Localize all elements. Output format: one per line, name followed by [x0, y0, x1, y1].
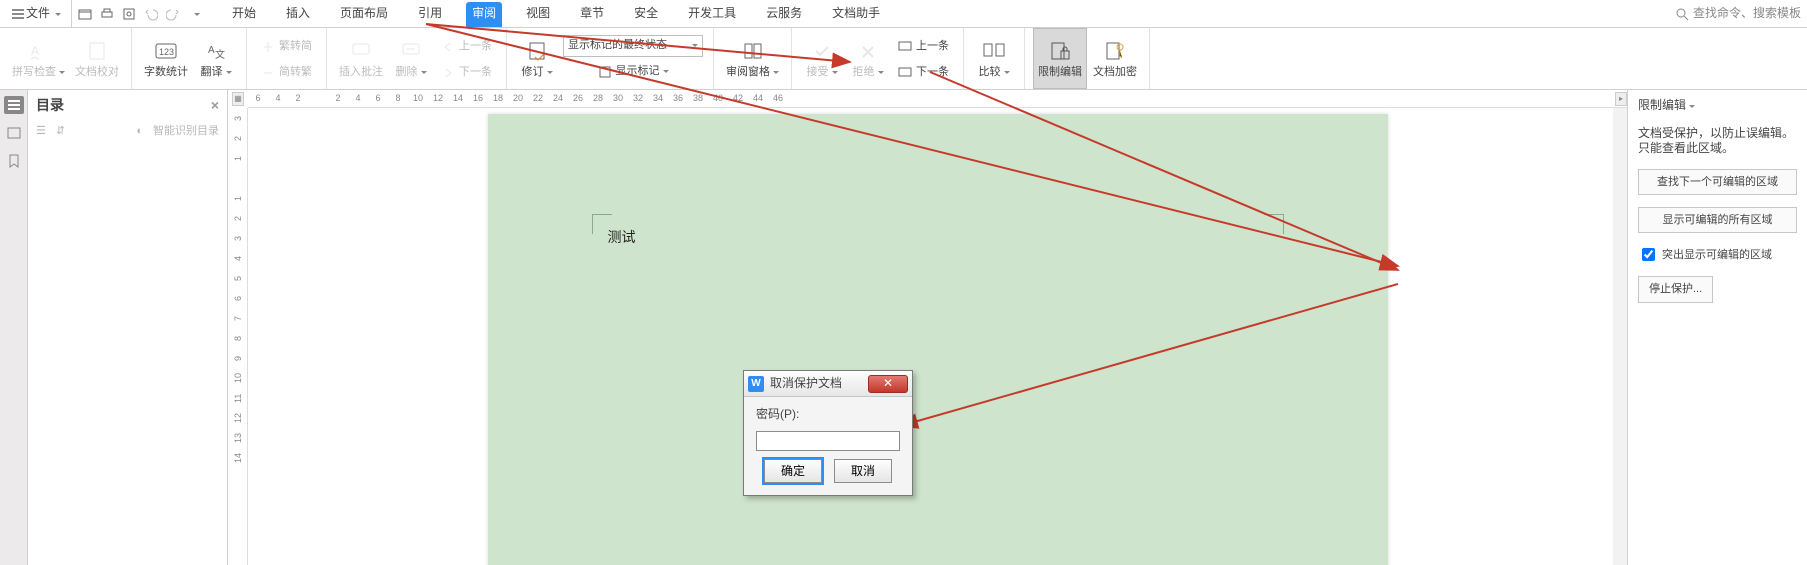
unprotect-dialog: W 取消保护文档 ✕ 密码(P): 确定 取消 — [743, 370, 913, 496]
rail-property-icon[interactable] — [4, 124, 24, 142]
svg-text:123: 123 — [159, 47, 174, 57]
document-viewport[interactable]: 测试 — [248, 108, 1627, 565]
dialog-cancel-button[interactable]: 取消 — [834, 459, 892, 483]
outline-title: 目录 — [36, 96, 64, 114]
docproof-button[interactable]: 文档校对 — [71, 28, 123, 89]
tab-insert[interactable]: 插入 — [280, 2, 316, 27]
password-input[interactable] — [756, 431, 900, 451]
qat-more-icon[interactable] — [186, 5, 204, 23]
restrict-panel-title[interactable]: 限制编辑 — [1638, 98, 1797, 114]
tab-cloud[interactable]: 云服务 — [760, 2, 808, 27]
dialog-close-button[interactable]: ✕ — [868, 375, 908, 393]
tab-security[interactable]: 安全 — [628, 2, 664, 27]
svg-text:文: 文 — [215, 48, 225, 61]
ruler-corner-icon[interactable]: ▦ — [232, 92, 244, 106]
highlight-checkbox-input[interactable] — [1642, 248, 1655, 261]
outline-toolbar: ☰ ⇵ ◐ 智能识别目录 — [28, 120, 227, 142]
left-rail — [0, 90, 28, 565]
vertical-ruler[interactable]: 3211234567891011121314 — [228, 108, 248, 565]
accept-button[interactable]: 接受 — [800, 28, 844, 89]
spellcheck-button[interactable]: A拼写检查 — [8, 28, 69, 89]
ribbon-tabs: 开始 插入 页面布局 引用 审阅 视图 章节 安全 开发工具 云服务 文档助手 — [226, 0, 886, 27]
tab-view[interactable]: 视图 — [520, 2, 556, 27]
chevron-down-icon — [52, 6, 61, 22]
compare-button[interactable]: 比较 — [972, 28, 1016, 89]
app-logo-icon: W — [748, 376, 764, 392]
quick-access-toolbar — [71, 0, 208, 27]
prev-comment-button[interactable]: 上一条 — [437, 34, 496, 58]
redo-icon[interactable] — [164, 5, 182, 23]
tab-start[interactable]: 开始 — [226, 2, 262, 27]
document-canvas: 6422468101214161820222426283032343638404… — [228, 90, 1627, 565]
ribbon-review: A拼写检查 文档校对 123字数统计 A文翻译 繁转简 简转繁 插入批注 删除 … — [0, 28, 1807, 90]
tab-dev[interactable]: 开发工具 — [682, 2, 742, 27]
tab-layout[interactable]: 页面布局 — [334, 2, 394, 27]
tab-ref[interactable]: 引用 — [412, 2, 448, 27]
trad2simp-button[interactable]: 简转繁 — [257, 60, 316, 84]
rail-bookmark-icon[interactable] — [4, 152, 24, 170]
horizontal-ruler[interactable]: 6422468101214161820222426283032343638404… — [248, 90, 1627, 108]
translate-button[interactable]: A文翻译 — [194, 28, 238, 89]
dialog-title: 取消保护文档 — [770, 376, 842, 392]
tab-helper[interactable]: 文档助手 — [826, 2, 886, 27]
review-pane-button[interactable]: 审阅窗格 — [722, 28, 783, 89]
insert-comment-button[interactable]: 插入批注 — [335, 28, 387, 89]
outline-smart-label[interactable]: 智能识别目录 — [153, 124, 219, 138]
print-icon[interactable] — [98, 5, 116, 23]
outline-level-icon[interactable]: ☰ — [36, 124, 46, 138]
find-next-region-button[interactable]: 查找下一个可编辑的区域 — [1638, 169, 1797, 195]
print-preview-icon[interactable] — [120, 5, 138, 23]
track-changes-button[interactable]: 修订 — [515, 28, 559, 89]
margin-corner-tr — [1264, 214, 1284, 234]
show-all-regions-button[interactable]: 显示可编辑的所有区域 — [1638, 207, 1797, 233]
page: 测试 — [488, 114, 1388, 565]
next-comment-button[interactable]: 下一条 — [437, 60, 496, 84]
stop-protection-button[interactable]: 停止保护... — [1638, 276, 1713, 302]
chevron-down-icon — [689, 38, 698, 52]
file-menu-label: 文件 — [26, 6, 50, 22]
delete-comment-button[interactable]: 删除 — [389, 28, 433, 89]
dialog-titlebar[interactable]: W 取消保护文档 ✕ — [744, 371, 912, 397]
markup-state-combo[interactable]: 显示标记的最终状态 — [563, 35, 703, 57]
undo-icon[interactable] — [142, 5, 160, 23]
vertical-scrollbar[interactable] — [1613, 108, 1627, 565]
next-change-button[interactable]: 下一条 — [894, 60, 953, 84]
tab-chapter[interactable]: 章节 — [574, 2, 610, 27]
show-markup-button[interactable]: 显示标记 — [563, 59, 703, 83]
file-menu[interactable]: 文件 — [6, 4, 67, 24]
wordcount-button[interactable]: 123字数统计 — [140, 28, 192, 89]
command-search[interactable]: 查找命令、搜索模板 — [1675, 6, 1801, 22]
svg-text:A: A — [208, 45, 215, 56]
dialog-ok-button[interactable]: 确定 — [764, 459, 822, 483]
panel-collapse-icon[interactable]: ▸ — [1615, 92, 1627, 106]
rail-outline-icon[interactable] — [4, 96, 24, 114]
simp2trad-button[interactable]: 繁转简 — [257, 34, 316, 58]
password-label: 密码(P): — [756, 407, 900, 423]
restrict-edit-panel: 限制编辑 文档受保护，以防止误编辑。 只能查看此区域。 查找下一个可编辑的区域 … — [1627, 90, 1807, 565]
outline-sort-icon[interactable]: ⇵ — [56, 124, 65, 138]
outline-panel: 目录 × ☰ ⇵ ◐ 智能识别目录 — [28, 90, 228, 565]
outline-smart-icon[interactable]: ◐ — [136, 124, 143, 138]
prev-change-button[interactable]: 上一条 — [894, 34, 953, 58]
restrict-panel-desc: 文档受保护，以防止误编辑。 只能查看此区域。 — [1638, 126, 1797, 157]
search-placeholder: 查找命令、搜索模板 — [1693, 6, 1801, 22]
encrypt-button[interactable]: 文档加密 — [1089, 28, 1141, 89]
search-icon — [1675, 7, 1689, 21]
highlight-regions-checkbox[interactable]: 突出显示可编辑的区域 — [1638, 245, 1797, 264]
svg-text:A: A — [31, 44, 39, 58]
tab-review[interactable]: 审阅 — [466, 2, 502, 27]
document-text: 测试 — [608, 228, 636, 246]
restrict-edit-button[interactable]: 限制编辑 — [1033, 28, 1087, 89]
close-icon[interactable]: × — [211, 96, 219, 114]
menubar: 文件 开始 插入 页面布局 引用 审阅 视图 章节 安全 开发工具 云服务 文档… — [0, 0, 1807, 28]
hamburger-icon — [12, 9, 24, 19]
reject-button[interactable]: 拒绝 — [846, 28, 890, 89]
open-icon[interactable] — [76, 5, 94, 23]
